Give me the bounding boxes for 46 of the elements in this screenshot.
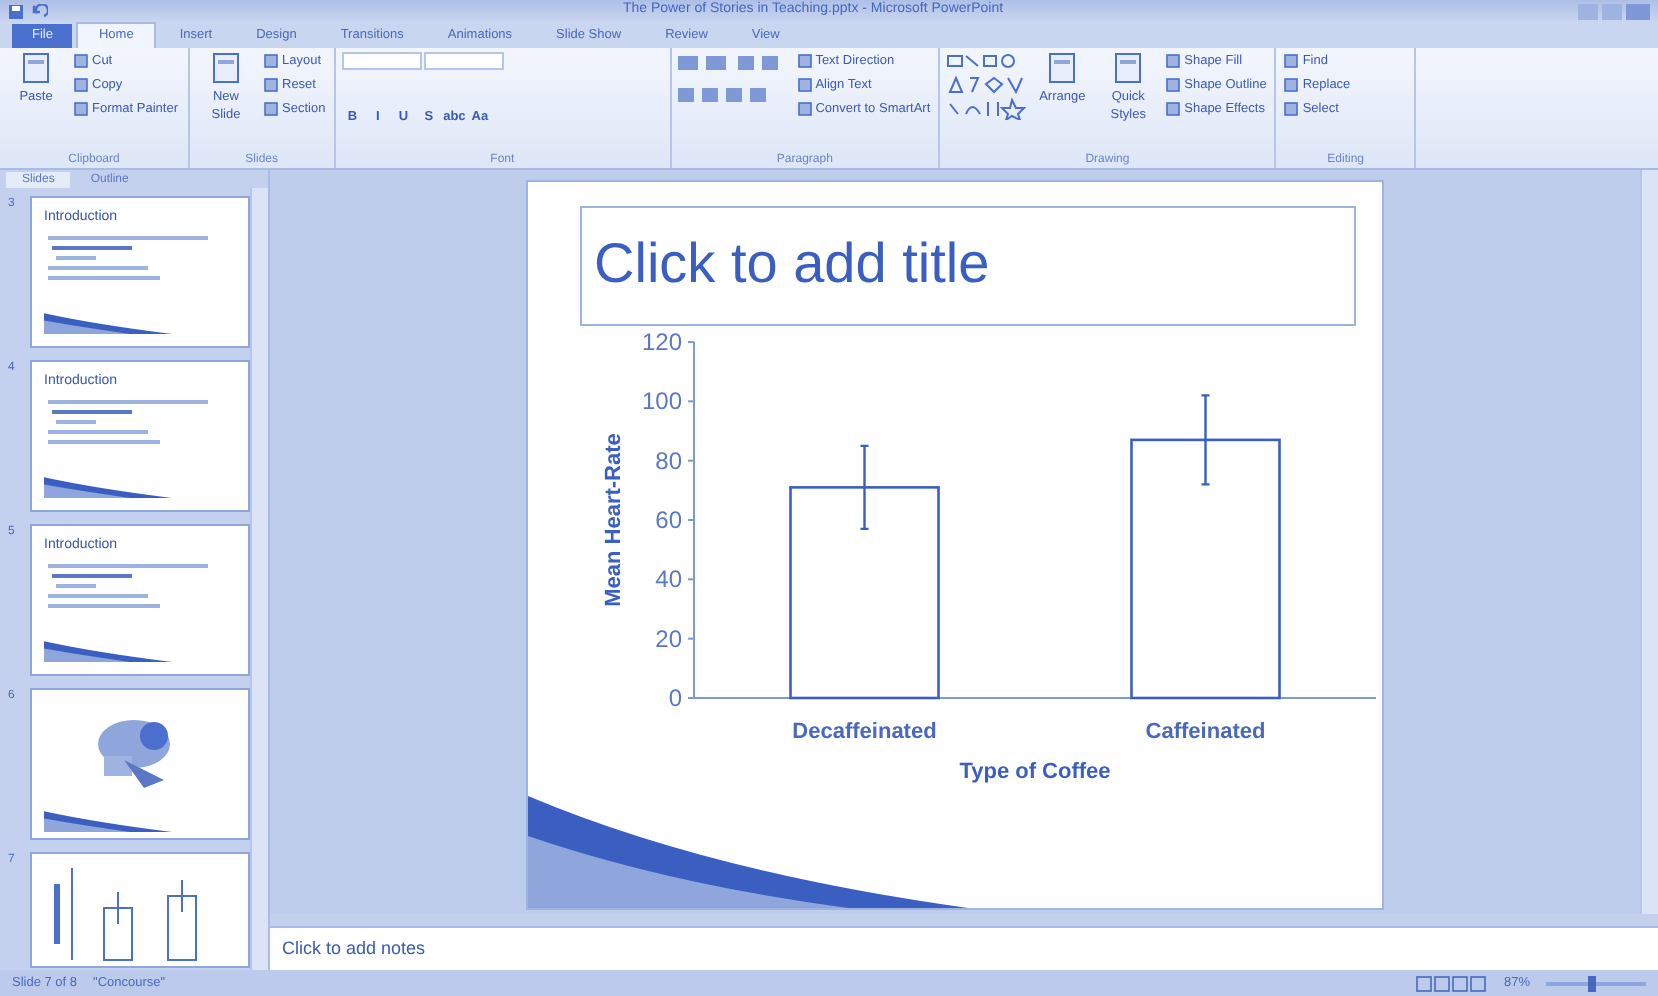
square-icon <box>797 78 812 92</box>
square-icon <box>264 54 278 68</box>
square-icon <box>74 102 88 116</box>
category-label: Caffeinated <box>1145 720 1266 744</box>
slider-thumb[interactable] <box>1587 975 1595 991</box>
y-tick-label: 80 <box>655 446 682 475</box>
square-icon <box>74 54 88 68</box>
square-icon <box>1284 54 1299 68</box>
page-icon <box>1046 52 1079 84</box>
y-tick-label: 40 <box>655 565 682 594</box>
undo-icon <box>32 3 48 19</box>
square-icon <box>1166 102 1181 116</box>
notes-placeholder[interactable]: Click to add notes <box>282 938 426 958</box>
square-icon <box>1166 78 1181 92</box>
slide-thumbnail[interactable] <box>30 688 250 840</box>
y-tick-label: 0 <box>668 684 682 712</box>
scroll-bar[interactable] <box>250 188 268 970</box>
view-buttons-icon <box>1415 975 1488 991</box>
title-placeholder[interactable]: Click to add title <box>580 206 1356 326</box>
slide-thumbnail[interactable] <box>30 852 250 968</box>
page-icon <box>210 52 242 84</box>
square-icon <box>1166 54 1181 68</box>
error-bar <box>1200 394 1211 486</box>
font-combo-field[interactable] <box>424 52 505 70</box>
category-label: Decaffeinated <box>792 720 937 744</box>
square-icon <box>264 78 278 92</box>
page-icon <box>20 52 52 84</box>
save-icon <box>8 3 24 19</box>
y-axis-title: Mean Heart-Rate <box>602 433 626 607</box>
square-icon <box>797 54 812 68</box>
y-tick-label: 60 <box>655 506 682 534</box>
font-combo-field[interactable] <box>341 52 422 70</box>
page-icon <box>1112 52 1145 84</box>
square-icon <box>797 102 812 116</box>
y-tick-label: 120 <box>641 328 682 356</box>
x-axis-title: Type of Coffee <box>959 760 1111 784</box>
error-bar <box>859 444 870 531</box>
square-icon <box>1284 102 1299 116</box>
window-controls-icon <box>1578 3 1650 19</box>
shapes-gallery-drawing <box>946 52 1027 120</box>
square-icon <box>74 78 88 92</box>
square-icon <box>1284 78 1299 92</box>
square-icon <box>264 102 278 116</box>
y-tick-label: 20 <box>655 624 682 653</box>
scroll-bar[interactable] <box>1640 170 1658 914</box>
y-tick-label: 100 <box>641 387 682 416</box>
